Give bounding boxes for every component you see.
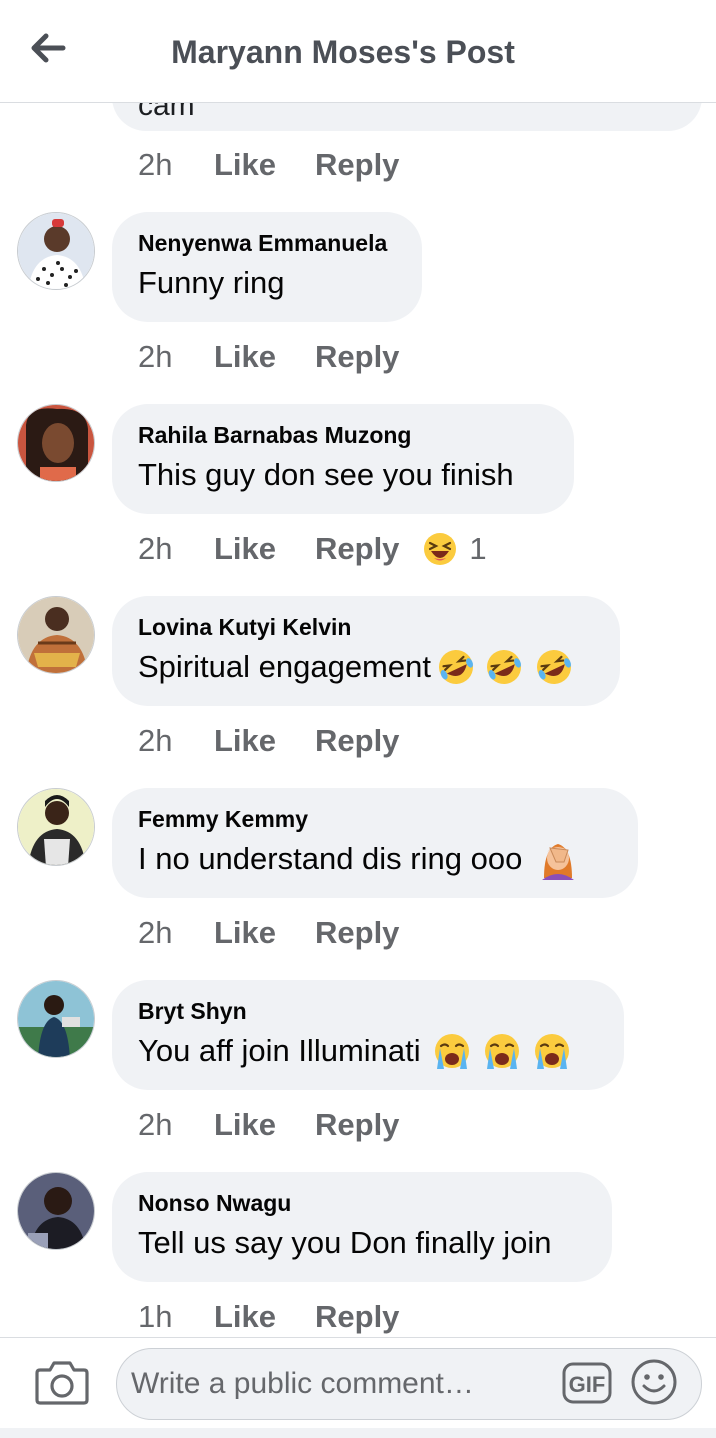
comment-actions: 2h Like Reply (138, 337, 399, 377)
like-button[interactable]: Like (214, 339, 315, 375)
post-comments-screen: Maryann Moses's Post cam 2h Like Reply N… (0, 0, 716, 1438)
comment-text: I no understand dis ring ooo (138, 838, 612, 880)
commenter-name[interactable]: Lovina Kutyi Kelvin (138, 612, 594, 642)
gif-button[interactable]: GIF (562, 1362, 612, 1404)
like-button[interactable]: Like (214, 1107, 315, 1143)
like-button[interactable]: Like (214, 915, 315, 951)
loudly-crying-emoji-icon (434, 1034, 469, 1069)
comment-time: 2h (138, 339, 173, 374)
comment-text-content: Tell us say you Don finally join (138, 1225, 552, 1260)
like-button[interactable]: Like (214, 723, 315, 759)
comment-bubble[interactable]: Rahila Barnabas Muzong This guy don see … (112, 404, 574, 514)
reaction-summary[interactable]: 1 (423, 531, 487, 567)
comment-time: 2h (138, 147, 173, 182)
reply-button[interactable]: Reply (315, 147, 399, 183)
rolling-on-floor-laughing-emoji-icon (486, 650, 521, 684)
gif-icon: GIF (562, 1362, 612, 1404)
comment-bubble[interactable]: Nonso Nwagu Tell us say you Don finally … (112, 1172, 612, 1282)
reply-button[interactable]: Reply (315, 915, 399, 951)
top-bar: Maryann Moses's Post (0, 0, 716, 103)
comment-input[interactable] (116, 1348, 702, 1420)
reply-button[interactable]: Reply (315, 339, 399, 375)
comment-text-partial: cam (138, 103, 195, 122)
woman-facepalming-emoji-icon (542, 844, 575, 880)
comment-text-content: Funny ring (138, 265, 285, 300)
comment-text: Spiritual engagement (138, 646, 594, 688)
commenter-name[interactable]: Rahila Barnabas Muzong (138, 420, 548, 450)
commenter-name[interactable]: Nonso Nwagu (138, 1188, 586, 1218)
avatar[interactable] (17, 596, 95, 674)
avatar[interactable] (17, 404, 95, 482)
comment-item: Rahila Barnabas Muzong This guy don see … (0, 404, 716, 514)
comment-text-content: You aff join Illuminati (138, 1033, 421, 1068)
smiley-icon (631, 1359, 677, 1405)
comment-actions: 1h Like Reply (138, 1297, 399, 1337)
laughing-squint-emoji-icon (424, 533, 457, 565)
comment-bubble-partial[interactable] (112, 103, 702, 131)
avatar[interactable] (17, 788, 95, 866)
like-button[interactable]: Like (214, 1299, 315, 1335)
comment-time: 2h (138, 915, 173, 950)
commenter-name[interactable]: Bryt Shyn (138, 996, 598, 1026)
comment-text: Funny ring (138, 262, 396, 304)
comment-item: Nonso Nwagu Tell us say you Don finally … (0, 1172, 716, 1282)
avatar[interactable] (17, 980, 95, 1058)
bottom-divider (0, 1428, 716, 1438)
avatar[interactable] (17, 212, 95, 290)
comment-item: Nenyenwa Emmanuela Funny ring (0, 212, 716, 322)
comment-text: Tell us say you Don finally join (138, 1222, 586, 1264)
comment-actions: 2h Like Reply (138, 913, 399, 953)
comment-time: 2h (138, 1107, 173, 1142)
comment-time: 1h (138, 1299, 173, 1334)
comment-text-content: This guy don see you finish (138, 457, 514, 492)
loudly-crying-emoji-icon (484, 1034, 519, 1069)
comment-item: Lovina Kutyi Kelvin Spiritual engagement (0, 596, 716, 706)
comment-time: 2h (138, 531, 173, 566)
comment-item: Femmy Kemmy I no understand dis ring ooo (0, 788, 716, 898)
comment-actions: 2h Like Reply (138, 1105, 399, 1145)
comment-bubble[interactable]: Femmy Kemmy I no understand dis ring ooo (112, 788, 638, 898)
avatar[interactable] (17, 1172, 95, 1250)
camera-icon (35, 1361, 89, 1405)
like-button[interactable]: Like (214, 531, 315, 567)
camera-button[interactable] (34, 1358, 90, 1410)
comment-text-content: Spiritual engagement (138, 649, 431, 684)
reply-button[interactable]: Reply (315, 723, 399, 759)
reply-button[interactable]: Reply (315, 1107, 399, 1143)
rolling-on-floor-laughing-emoji-icon (438, 650, 473, 684)
rolling-on-floor-laughing-emoji-icon (536, 650, 571, 684)
comment-bubble[interactable]: Lovina Kutyi Kelvin Spiritual engagement (112, 596, 620, 706)
reply-button[interactable]: Reply (315, 1299, 399, 1335)
comment-time: 2h (138, 723, 173, 758)
comments-list: cam 2h Like Reply Nenyenwa Emmanuela Fun… (0, 103, 716, 1337)
gif-label: GIF (569, 1372, 606, 1397)
comment-item: Bryt Shyn You aff join Illuminati (0, 980, 716, 1090)
comment-text-content: I no understand dis ring ooo (138, 841, 523, 876)
reaction-count: 1 (469, 531, 487, 566)
loudly-crying-emoji-icon (534, 1034, 569, 1069)
page-title: Maryann Moses's Post (171, 34, 515, 70)
comment-actions: 2h Like Reply 1 (138, 529, 487, 569)
comment-bubble[interactable]: Nenyenwa Emmanuela Funny ring (112, 212, 422, 322)
comment-bubble[interactable]: Bryt Shyn You aff join Illuminati (112, 980, 624, 1090)
comment-text: This guy don see you finish (138, 454, 548, 496)
reply-button[interactable]: Reply (315, 531, 399, 567)
comment-text: You aff join Illuminati (138, 1030, 598, 1072)
commenter-name[interactable]: Nenyenwa Emmanuela (138, 228, 396, 258)
emoji-button[interactable] (630, 1358, 678, 1406)
like-button[interactable]: Like (214, 147, 315, 183)
commenter-name[interactable]: Femmy Kemmy (138, 804, 612, 834)
comment-composer: GIF (0, 1337, 716, 1438)
comment-actions: 2h Like Reply (138, 145, 399, 185)
comment-actions: 2h Like Reply (138, 721, 399, 761)
